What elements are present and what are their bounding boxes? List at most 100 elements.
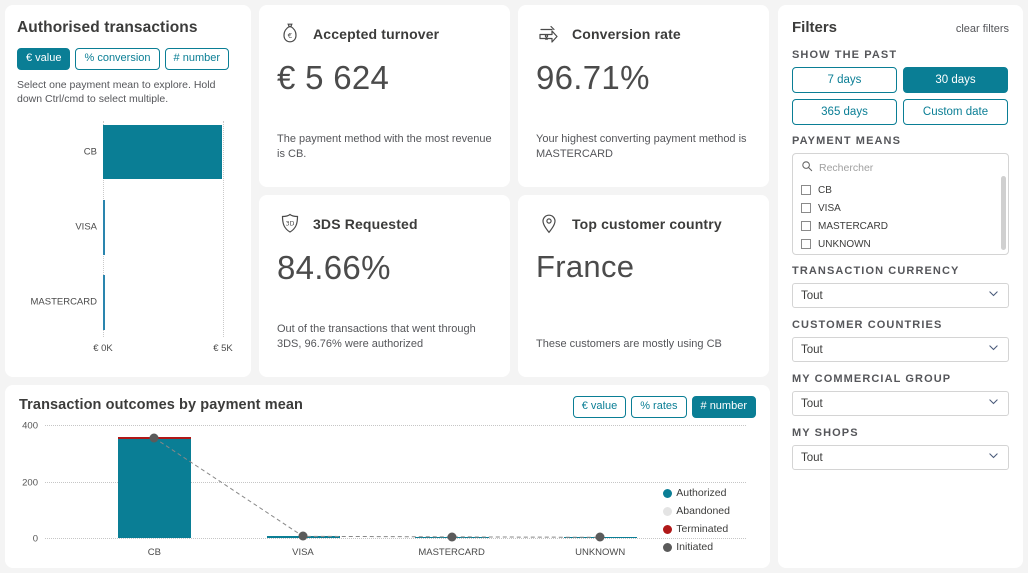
- conversion-rate-title: Conversion rate: [572, 26, 681, 42]
- toggle-conversion[interactable]: % conversion: [75, 48, 160, 70]
- checkbox-mastercard[interactable]: [801, 221, 811, 231]
- chevron-down-icon: [987, 341, 1000, 359]
- top-customer-country-value: France: [536, 249, 635, 284]
- payment-means-search-input[interactable]: [819, 162, 1000, 174]
- initiated-dot-visa[interactable]: [298, 531, 308, 541]
- date-range-365-days[interactable]: 365 days: [792, 99, 897, 125]
- map-pin-icon: [536, 211, 562, 237]
- top-row: Authorised transactions € value % conver…: [5, 5, 770, 377]
- outcomes-toggle-value[interactable]: € value: [572, 396, 627, 418]
- legend-item-authorized[interactable]: Authorized: [663, 487, 730, 499]
- customer-countries-select[interactable]: Tout: [792, 337, 1009, 362]
- conversion-arrow-icon: [536, 21, 562, 47]
- chevron-down-icon: [987, 395, 1000, 413]
- hbar-row-mastercard[interactable]: MASTERCARD: [30, 274, 223, 330]
- hbar-fill-mastercard: [103, 274, 105, 330]
- date-range-button-group: 7 days 30 days 365 days Custom date: [792, 67, 1009, 125]
- show-the-past-label: SHOW THE PAST: [792, 49, 898, 61]
- date-range-custom-date[interactable]: Custom date: [903, 99, 1008, 125]
- payment-means-option-unknown[interactable]: UNKNOWN: [801, 235, 1000, 253]
- my-commercial-group-value: Tout: [801, 397, 823, 410]
- 3ds-requested-card: 3D 3DS Requested 84.66% Out of the trans…: [259, 195, 510, 377]
- legend-item-abandoned[interactable]: Abandoned: [663, 505, 730, 517]
- legend-item-terminated[interactable]: Terminated: [663, 523, 730, 535]
- payment-means-option-mastercard[interactable]: MASTERCARD: [801, 217, 1000, 235]
- xtick-unknown: UNKNOWN: [575, 547, 626, 558]
- toggle-number[interactable]: # number: [164, 48, 230, 70]
- checkbox-unknown[interactable]: [801, 239, 811, 249]
- my-shops-select[interactable]: Tout: [792, 445, 1009, 470]
- accepted-turnover-header: € Accepted turnover: [277, 21, 492, 47]
- ytick-0: 0: [32, 533, 38, 545]
- authorised-metric-toggle-group: € value % conversion # number: [17, 48, 239, 70]
- 3ds-requested-title: 3DS Requested: [313, 216, 418, 232]
- svg-text:3D: 3D: [286, 221, 295, 228]
- hbar-fill-cb: [103, 124, 222, 179]
- hbar-row-visa[interactable]: VISA: [75, 199, 223, 255]
- ytick-200: 200: [22, 477, 38, 488]
- payment-means-option-cb[interactable]: CB: [801, 181, 1000, 199]
- checkbox-visa[interactable]: [801, 203, 811, 213]
- chevron-down-icon: [987, 287, 1000, 305]
- hbar-fill-visa: [103, 199, 105, 255]
- ytick-400: 400: [22, 420, 38, 432]
- legend-label-abandoned: Abandoned: [676, 505, 730, 517]
- kpi-column-left: € Accepted turnover € 5 624 The payment …: [259, 5, 510, 377]
- legend-item-initiated[interactable]: Initiated: [663, 541, 730, 553]
- gridline-x5k: [223, 120, 224, 337]
- toggle-value[interactable]: € value: [17, 48, 71, 70]
- hbar-xtick-0: € 0K: [93, 343, 113, 354]
- checkbox-cb[interactable]: [801, 185, 811, 195]
- clear-filters-link[interactable]: clear filters: [956, 23, 1009, 35]
- transaction-outcomes-chart[interactable]: 400 200 0 CB VISA MASTERCARD UNKNOWN Aut…: [19, 421, 756, 562]
- legend-label-authorized: Authorized: [676, 487, 727, 499]
- search-icon: [801, 159, 813, 177]
- my-commercial-group-select[interactable]: Tout: [792, 391, 1009, 416]
- legend-label-terminated: Terminated: [676, 523, 729, 535]
- payment-means-option-visa[interactable]: VISA: [801, 199, 1000, 217]
- legend-dot-authorized: [663, 488, 673, 498]
- transaction-currency-label: TRANSACTION CURRENCY: [792, 265, 960, 277]
- my-shops-value: Tout: [801, 451, 823, 464]
- legend-dot-initiated: [663, 542, 673, 552]
- conversion-rate-header: Conversion rate: [536, 21, 751, 47]
- main-content: Authorised transactions € value % conver…: [5, 5, 770, 568]
- initiated-dot-mastercard[interactable]: [447, 532, 457, 542]
- hbar-label-visa: VISA: [75, 221, 97, 233]
- hbar-row-cb[interactable]: CB: [84, 124, 223, 179]
- 3ds-requested-header: 3D 3DS Requested: [277, 211, 492, 237]
- my-shops-label: MY SHOPS: [792, 427, 859, 439]
- outcomes-toggle-rates[interactable]: % rates: [631, 396, 687, 418]
- transaction-currency-select[interactable]: Tout: [792, 283, 1009, 308]
- date-range-7-days[interactable]: 7 days: [792, 67, 897, 93]
- payment-means-label-visa: VISA: [818, 202, 841, 214]
- kpi-column-right: Conversion rate 96.71% Your highest conv…: [518, 5, 769, 377]
- filters-title: Filters: [792, 19, 838, 36]
- payment-means-filter: CB VISA MASTERCARD UNKNOWN: [792, 153, 1009, 255]
- authorised-bar-chart[interactable]: CB VISA MASTERCARD € 0K € 5K: [19, 115, 239, 367]
- gridline-y0: 0: [33, 534, 746, 545]
- outcomes-toggle-number[interactable]: # number: [691, 396, 756, 418]
- initiated-dot-unknown[interactable]: [595, 532, 605, 542]
- top-customer-country-card: Top customer country France These custom…: [518, 195, 769, 377]
- hbar-label-cb: CB: [83, 146, 97, 158]
- filters-panel: Filters clear filters SHOW THE PAST 7 da…: [778, 5, 1023, 568]
- my-commercial-group-label: MY COMMERCIAL GROUP: [792, 373, 952, 385]
- xtick-visa: VISA: [292, 547, 314, 558]
- hbar-plot-area: CB VISA MASTERCARD: [30, 120, 224, 337]
- payment-means-label-cb: CB: [818, 184, 832, 196]
- date-range-30-days[interactable]: 30 days: [903, 67, 1008, 93]
- dashboard-page: Authorised transactions € value % conver…: [0, 0, 1028, 573]
- page-title: Authorised transactions: [17, 19, 198, 36]
- accepted-turnover-title: Accepted turnover: [313, 26, 440, 42]
- initiated-dot-cb[interactable]: [149, 433, 159, 443]
- payment-means-scrollbar[interactable]: [1001, 176, 1006, 250]
- transaction-currency-value: Tout: [801, 289, 823, 302]
- accepted-turnover-subtext: The payment method with the most revenue…: [277, 132, 492, 161]
- chevron-down-icon: [987, 449, 1000, 467]
- top-customer-country-header: Top customer country: [536, 211, 751, 237]
- shield-3ds-icon: 3D: [277, 211, 303, 237]
- authorised-transactions-card: Authorised transactions € value % conver…: [5, 5, 251, 377]
- top-customer-country-title: Top customer country: [572, 216, 722, 232]
- conversion-rate-value: 96.71%: [536, 59, 650, 96]
